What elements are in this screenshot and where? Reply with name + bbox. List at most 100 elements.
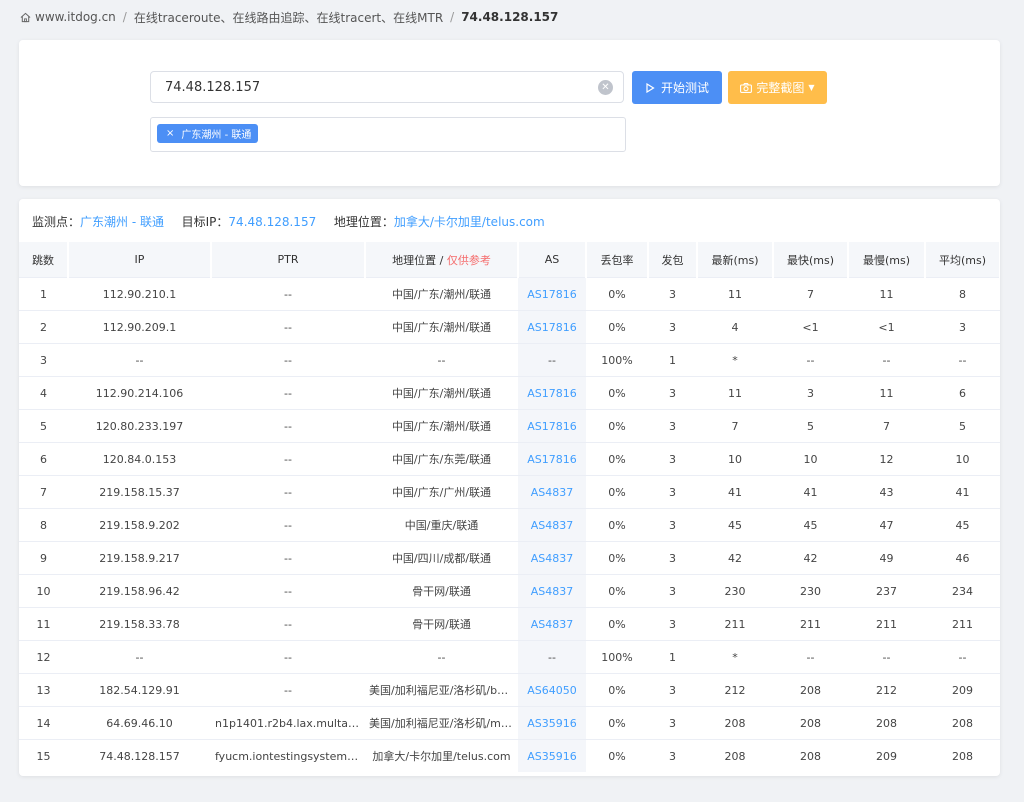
- cell-ptr: --: [211, 442, 365, 476]
- cell-as: AS64050: [518, 673, 586, 707]
- table-row: 15 74.48.128.157 fyucm.iontestingsystems.c…: [19, 739, 1000, 772]
- breadcrumb-separator: /: [122, 10, 127, 24]
- cell-geo: 骨干网/联通: [365, 607, 518, 641]
- clear-circle-icon[interactable]: ✕: [598, 80, 613, 95]
- cell-ptr: n1p1401.r2b4.lax.multacom....: [211, 706, 365, 740]
- result-panel: 监测点：广东潮州 - 联通 目标IP：74.48.128.157 地理位置：加拿…: [19, 199, 1000, 776]
- cell-avg: 208: [925, 739, 1000, 772]
- cell-last: 211: [697, 607, 773, 641]
- cell-hop: 1: [19, 277, 68, 311]
- cell-geo: 中国/广东/潮州/联通: [365, 310, 518, 344]
- cell-last: 45: [697, 508, 773, 542]
- cell-ptr: fyucm.iontestingsystems.com: [211, 739, 365, 772]
- cell-best: 41: [773, 475, 848, 509]
- cell-geo: 加拿大/卡尔加里/telus.com: [365, 739, 518, 772]
- cell-hop: 9: [19, 541, 68, 575]
- screenshot-button[interactable]: 完整截图 ▼: [728, 71, 827, 104]
- cell-worst: 49: [848, 541, 925, 575]
- table-row: 10 219.158.96.42 -- 骨干网/联通 AS4837 0% 3 230 230 23…: [19, 574, 1000, 608]
- as-link[interactable]: AS35916: [527, 750, 577, 763]
- cell-geo: 中国/广东/潮州/联通: [365, 376, 518, 410]
- cell-sent: 3: [648, 475, 697, 509]
- cell-ip: --: [68, 343, 211, 377]
- cell-sent: 1: [648, 343, 697, 377]
- cell-avg: 45: [925, 508, 1000, 542]
- table-row: 1 112.90.210.1 -- 中国/广东/潮州/联通 AS17816 0% 3 11 7 1…: [19, 277, 1000, 311]
- col-header-ptr: PTR: [211, 242, 366, 278]
- close-icon[interactable]: ×: [166, 128, 174, 139]
- cell-worst: 43: [848, 475, 925, 509]
- as-link[interactable]: AS4837: [531, 486, 574, 499]
- as-link[interactable]: AS4837: [531, 519, 574, 532]
- breadcrumb-tool-link[interactable]: 在线traceroute、在线路由追踪、在线tracert、在线MTR: [134, 9, 443, 26]
- cell-ip: 219.158.33.78: [68, 607, 211, 641]
- cell-hop: 7: [19, 475, 68, 509]
- cell-sent: 3: [648, 739, 697, 772]
- as-link[interactable]: AS17816: [527, 288, 577, 301]
- as-link[interactable]: AS35916: [527, 717, 577, 730]
- cell-ip: 120.84.0.153: [68, 442, 211, 476]
- cell-best: 5: [773, 409, 848, 443]
- screenshot-label: 完整截图: [756, 81, 805, 95]
- cell-ip: 219.158.96.42: [68, 574, 211, 608]
- cell-sent: 3: [648, 607, 697, 641]
- cell-loss: 0%: [586, 442, 648, 476]
- node-select[interactable]: × 广东潮州 - 联通: [150, 117, 626, 152]
- geo-value: 加拿大/卡尔加里/telus.com: [393, 215, 545, 229]
- cell-loss: 0%: [586, 310, 648, 344]
- cell-ip: 112.90.214.106: [68, 376, 211, 410]
- as-empty: --: [548, 353, 556, 367]
- cell-loss: 0%: [586, 409, 648, 443]
- cell-loss: 0%: [586, 541, 648, 575]
- as-empty: --: [548, 650, 556, 664]
- cell-worst: <1: [848, 310, 925, 344]
- cell-sent: 3: [648, 574, 697, 608]
- cell-last: *: [697, 640, 773, 674]
- cell-hop: 10: [19, 574, 68, 608]
- cell-worst: 212: [848, 673, 925, 707]
- cell-ptr: --: [211, 673, 365, 707]
- as-link[interactable]: AS17816: [527, 453, 577, 466]
- cell-geo: 中国/重庆/联通: [365, 508, 518, 542]
- cell-best: 230: [773, 574, 848, 608]
- col-header-as: AS: [518, 242, 587, 278]
- target-label: 目标IP：: [181, 215, 229, 229]
- as-link[interactable]: AS4837: [531, 552, 574, 565]
- cell-ip: 219.158.9.217: [68, 541, 211, 575]
- play-icon: [646, 82, 655, 93]
- cell-best: 211: [773, 607, 848, 641]
- start-test-label: 开始测试: [660, 81, 709, 95]
- as-link[interactable]: AS4837: [531, 618, 574, 631]
- cell-avg: 5: [925, 409, 1000, 443]
- cell-as: AS17816: [518, 277, 586, 311]
- breadcrumb-home-link[interactable]: www.itdog.cn: [35, 10, 116, 24]
- table-row: 2 112.90.209.1 -- 中国/广东/潮州/联通 AS17816 0% 3 4 <1 <…: [19, 310, 1000, 344]
- cell-best: <1: [773, 310, 848, 344]
- cell-worst: --: [848, 640, 925, 674]
- target-input-value[interactable]: 74.48.128.157: [165, 80, 260, 95]
- breadcrumb-separator: /: [450, 10, 455, 24]
- cell-hop: 6: [19, 442, 68, 476]
- as-link[interactable]: AS17816: [527, 387, 577, 400]
- table-row: 3 -- -- -- -- 100% 1 * -- -- --: [19, 343, 1000, 377]
- cell-last: 11: [697, 277, 773, 311]
- cell-loss: 0%: [586, 508, 648, 542]
- cell-geo: 中国/广东/潮州/联通: [365, 409, 518, 443]
- as-link[interactable]: AS4837: [531, 585, 574, 598]
- cell-sent: 3: [648, 409, 697, 443]
- as-link[interactable]: AS17816: [527, 420, 577, 433]
- as-link[interactable]: AS64050: [527, 684, 577, 697]
- cell-as: AS4837: [518, 508, 586, 542]
- cell-as: AS35916: [518, 706, 586, 740]
- as-link[interactable]: AS17816: [527, 321, 577, 334]
- cell-best: 208: [773, 706, 848, 740]
- cell-best: 42: [773, 541, 848, 575]
- cell-last: 7: [697, 409, 773, 443]
- table-row: 9 219.158.9.217 -- 中国/四川/成都/联通 AS4837 0% 3 42 42…: [19, 541, 1000, 575]
- cell-hop: 12: [19, 640, 68, 674]
- cell-as: AS17816: [518, 376, 586, 410]
- cell-ip: --: [68, 640, 211, 674]
- target-input[interactable]: 74.48.128.157 ✕: [150, 71, 624, 103]
- cell-as: --: [518, 343, 586, 377]
- start-test-button[interactable]: 开始测试: [632, 71, 722, 104]
